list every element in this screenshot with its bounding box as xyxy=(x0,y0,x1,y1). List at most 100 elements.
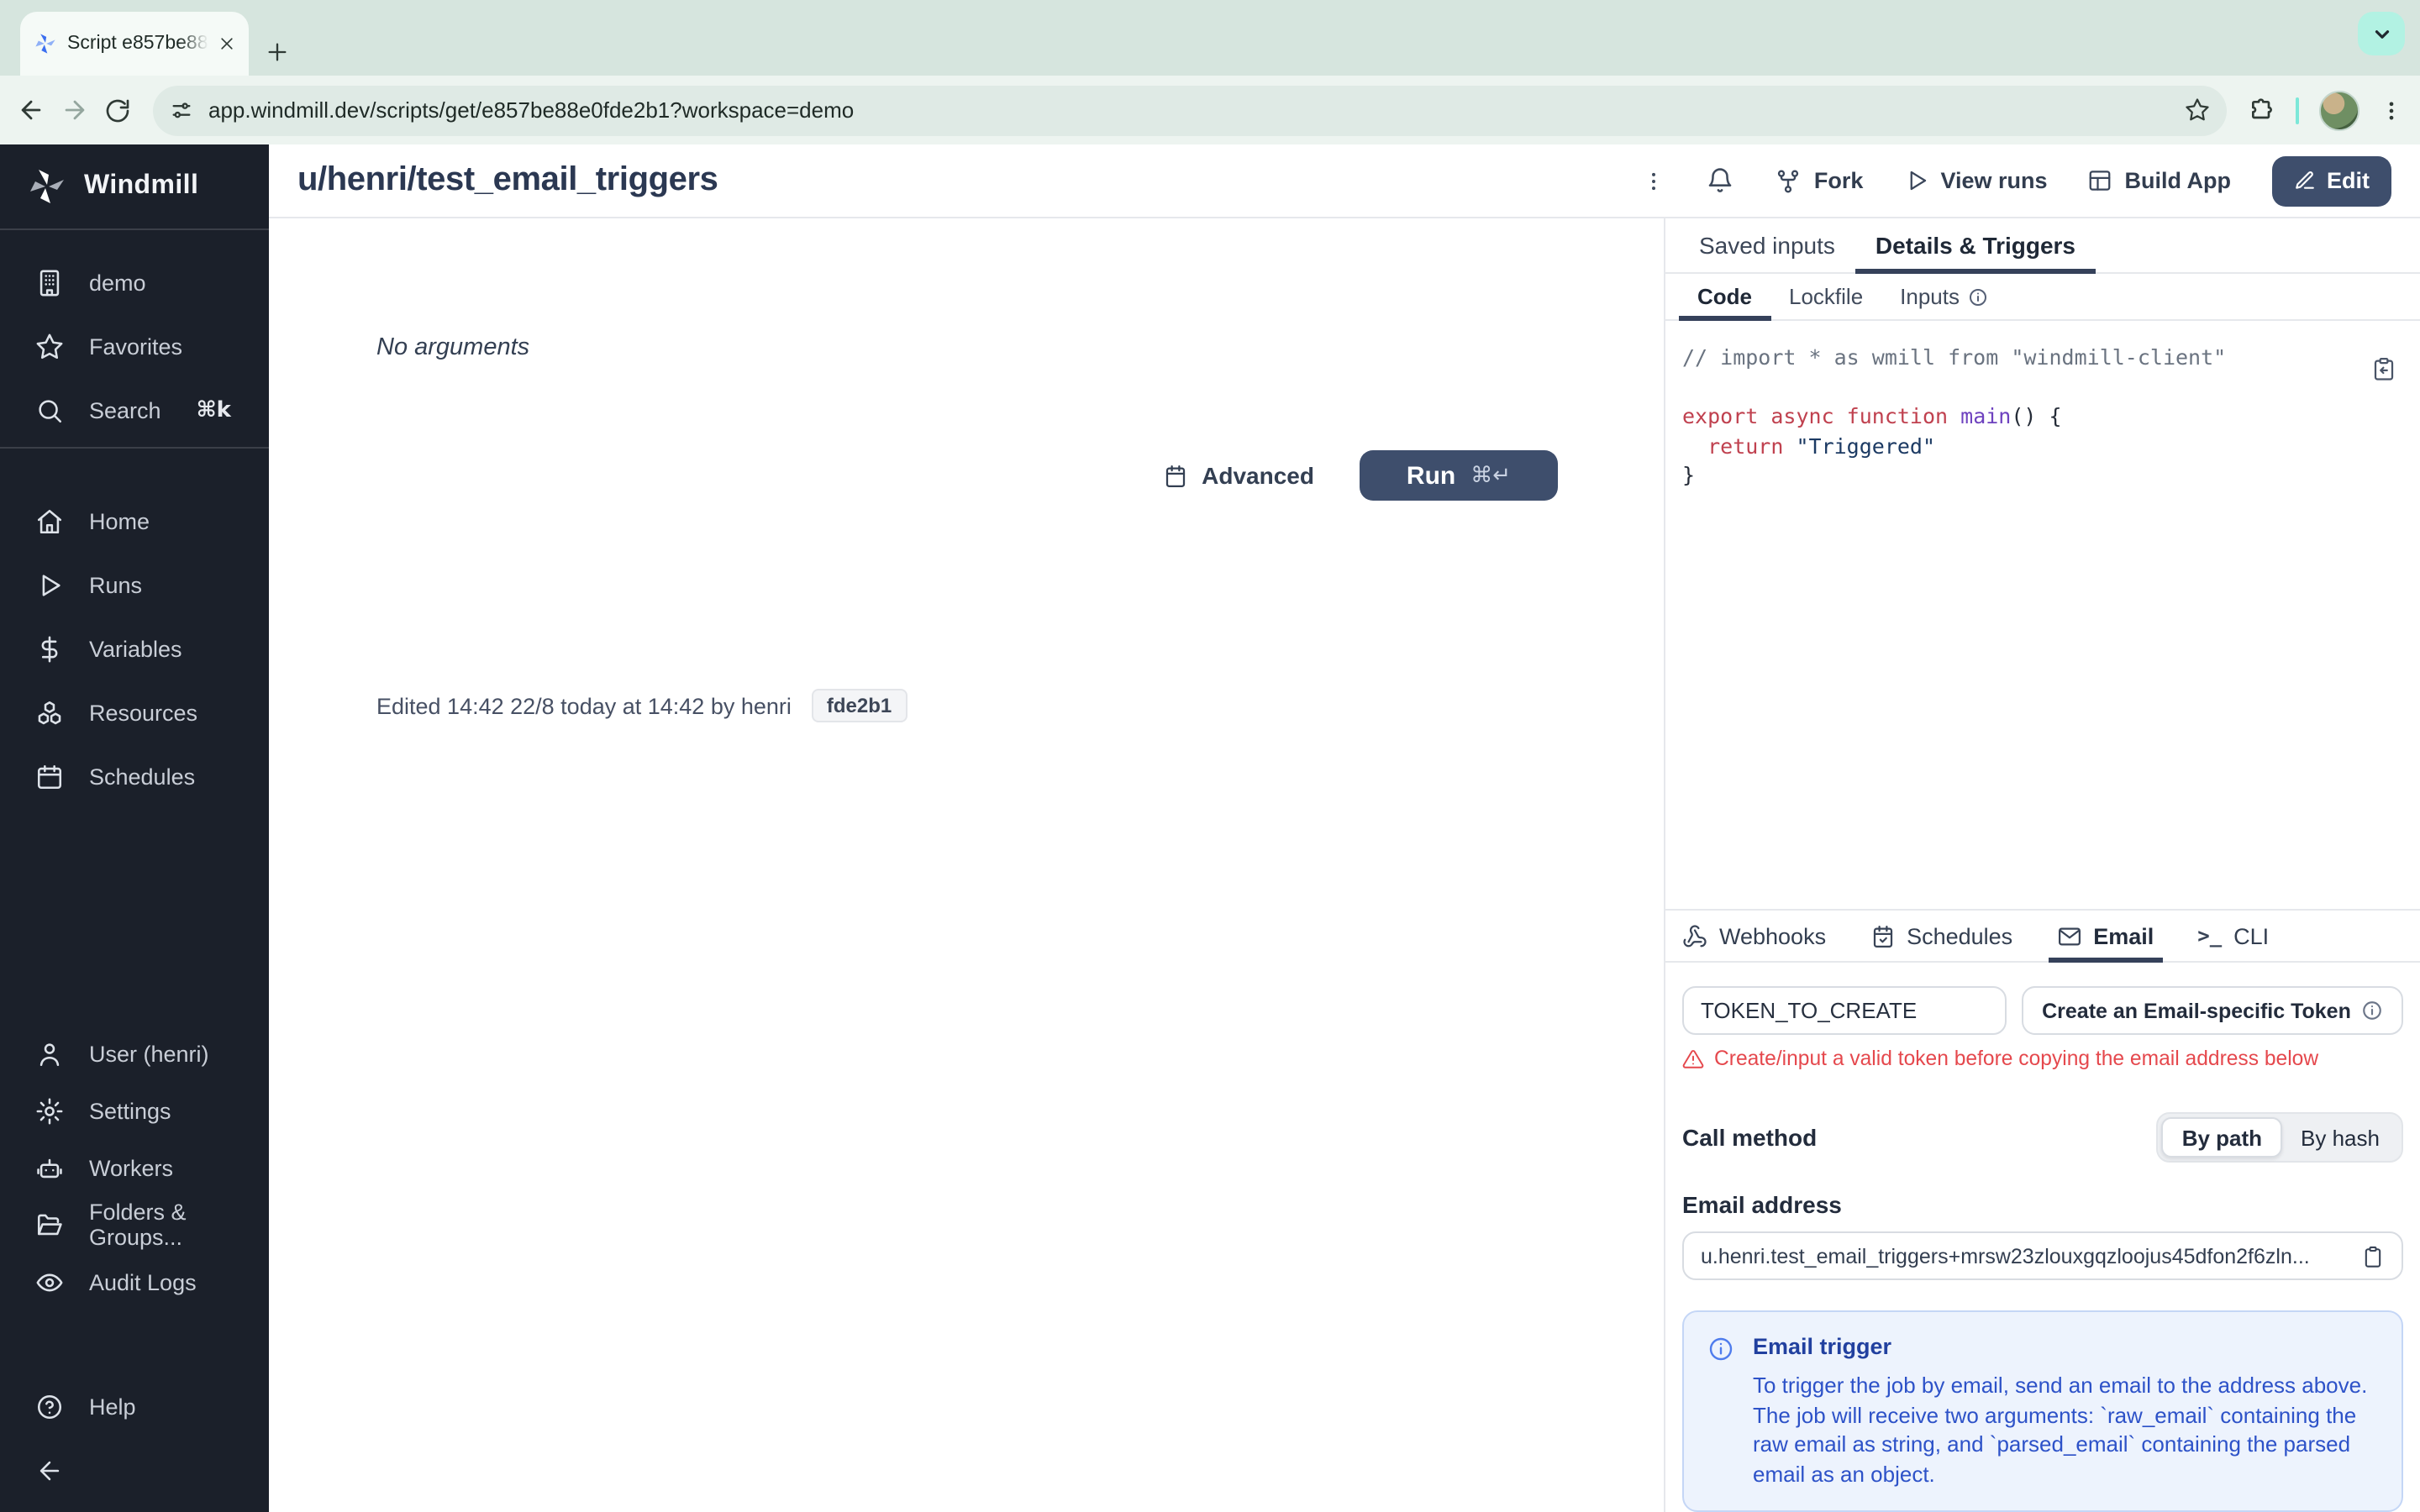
webhook-icon xyxy=(1683,924,1707,947)
warning-triangle-icon xyxy=(1682,1049,1704,1068)
sidebar-item-home[interactable]: Home xyxy=(0,489,269,553)
sidebar-item-help[interactable]: Help xyxy=(0,1374,269,1438)
sidebar-item-label: Search xyxy=(89,397,161,423)
sidebar-divider xyxy=(0,447,269,449)
page-title: u/henri/test_email_triggers xyxy=(297,161,718,198)
sidebar-item-variables[interactable]: Variables xyxy=(0,617,269,680)
code-brace: } xyxy=(1682,462,1696,487)
dollar-icon xyxy=(35,634,64,663)
chrome-right-controls xyxy=(2249,90,2403,130)
notifications-bell-icon[interactable] xyxy=(1707,166,1735,195)
email-address-value: u.henri.test_email_triggers+mrsw23zlouxg… xyxy=(1701,1244,2310,1268)
star-icon xyxy=(35,332,64,360)
tab-webhooks[interactable]: Webhooks xyxy=(1682,911,1826,961)
tab-cli[interactable]: >_ CLI xyxy=(2197,911,2269,961)
url-text: app.windmill.dev/scripts/get/e857be88e0f… xyxy=(208,97,855,123)
browser-profile-avatar[interactable] xyxy=(2319,90,2360,130)
run-shortcut: ⌘↵ xyxy=(1470,463,1512,488)
sidebar-item-folders[interactable]: Folders & Groups... xyxy=(0,1196,269,1253)
play-icon xyxy=(35,570,64,599)
calendar-icon xyxy=(1166,465,1186,486)
sidebar-item-audit-logs[interactable]: Audit Logs xyxy=(0,1253,269,1310)
sidebar-collapse-button[interactable] xyxy=(0,1438,269,1502)
tab-details-triggers[interactable]: Details & Triggers xyxy=(1854,218,2096,274)
tab-title: Script e857be88e0fde2b1 | W xyxy=(67,34,208,54)
by-hash-option[interactable]: By hash xyxy=(2282,1117,2398,1158)
tab-email[interactable]: Email xyxy=(2048,911,2163,963)
back-button[interactable] xyxy=(17,96,45,124)
code-viewer[interactable]: // import * as wmill from "windmill-clie… xyxy=(1665,321,2420,909)
sidebar-item-settings[interactable]: Settings xyxy=(0,1082,269,1139)
info-icon xyxy=(2363,1001,2381,1020)
code-keyword: export async function xyxy=(1682,403,1961,428)
gear-icon xyxy=(35,1096,64,1125)
view-runs-button[interactable]: View runs xyxy=(1903,168,2048,193)
by-path-option[interactable]: By path xyxy=(2161,1117,2283,1158)
token-input[interactable]: TOKEN_TO_CREATE xyxy=(1682,986,2007,1035)
brand-label: Windmill xyxy=(84,171,199,200)
sidebar-item-workers[interactable]: Workers xyxy=(0,1139,269,1196)
help-icon xyxy=(35,1392,64,1420)
browser-toolbar: app.windmill.dev/scripts/get/e857be88e0f… xyxy=(0,76,2420,144)
site-info-icon[interactable] xyxy=(170,98,193,122)
sidebar-item-label: Variables xyxy=(89,636,182,661)
email-trigger-section: TOKEN_TO_CREATE Create an Email-specific… xyxy=(1665,963,2420,1512)
windmill-brand[interactable]: Windmill xyxy=(0,144,269,228)
search-shortcut: ⌘k xyxy=(196,397,231,423)
url-bar[interactable]: app.windmill.dev/scripts/get/e857be88e0f… xyxy=(153,85,2227,135)
browser-tab[interactable]: Script e857be88e0fde2b1 | W xyxy=(20,12,249,76)
sidebar-item-label: demo xyxy=(89,270,146,295)
tab-lockfile[interactable]: Lockfile xyxy=(1770,274,1881,319)
create-token-button[interactable]: Create an Email-specific Token xyxy=(2022,986,2403,1035)
info-box-title: Email trigger xyxy=(1753,1334,1892,1359)
info-icon xyxy=(1968,286,1988,307)
no-arguments-text: No arguments xyxy=(376,334,530,361)
copy-icon xyxy=(2365,1245,2381,1267)
tab-inputs[interactable]: Inputs xyxy=(1881,274,2007,319)
sidebar-item-search[interactable]: Search ⌘k xyxy=(0,378,269,442)
sidebar-item-schedules[interactable]: Schedules xyxy=(0,744,269,808)
sidebar-item-runs[interactable]: Runs xyxy=(0,553,269,617)
advanced-button[interactable]: Advanced xyxy=(1163,462,1314,489)
view-runs-label: View runs xyxy=(1940,168,2048,193)
browser-tabstrip: Script e857be88e0fde2b1 | W xyxy=(0,0,2420,76)
sidebar: Windmill demo Favorites Search ⌘k Home R… xyxy=(0,144,269,1512)
window-chevron-button[interactable] xyxy=(2358,12,2405,55)
windmill-logo-icon xyxy=(27,166,67,207)
sidebar-item-label: Folders & Groups... xyxy=(89,1200,187,1250)
boxes-icon xyxy=(35,698,64,727)
more-options-icon[interactable] xyxy=(1643,169,1666,192)
bookmark-star-icon[interactable] xyxy=(2185,97,2210,123)
sidebar-item-label: Runs xyxy=(89,572,143,597)
sidebar-item-resources[interactable]: Resources xyxy=(0,680,269,744)
fork-button[interactable]: Fork xyxy=(1776,167,1864,194)
edit-button[interactable]: Edit xyxy=(2271,155,2391,206)
token-warning: Create/input a valid token before copyin… xyxy=(1682,1047,2403,1070)
schedules-label: Schedules xyxy=(1907,923,2013,948)
tab-schedules[interactable]: Schedules xyxy=(1870,911,2012,961)
run-label: Run xyxy=(1406,461,1456,490)
tab-code[interactable]: Code xyxy=(1679,274,1770,321)
home-icon xyxy=(35,507,64,535)
calendar-check-icon xyxy=(1872,925,1892,947)
sidebar-item-workspace[interactable]: demo xyxy=(0,250,269,314)
email-address-field[interactable]: u.henri.test_email_triggers+mrsw23zlouxg… xyxy=(1682,1231,2403,1280)
copy-code-icon[interactable] xyxy=(2371,356,2396,381)
sidebar-item-favorites[interactable]: Favorites xyxy=(0,314,269,378)
build-app-button[interactable]: Build App xyxy=(2088,168,2231,193)
fork-label: Fork xyxy=(1813,168,1864,193)
trigger-tabbar: Webhooks Schedules Email >_ CLI xyxy=(1665,909,2420,963)
version-badge[interactable]: fde2b1 xyxy=(811,689,908,722)
extensions-icon[interactable] xyxy=(2249,97,2275,123)
browser-menu-icon[interactable] xyxy=(2380,98,2403,122)
forward-button[interactable] xyxy=(60,96,89,124)
tab-saved-inputs[interactable]: Saved inputs xyxy=(1679,218,1855,272)
details-tabbar: Saved inputs Details & Triggers xyxy=(1665,218,2420,274)
sidebar-item-user[interactable]: User (henri) xyxy=(0,1025,269,1082)
run-button[interactable]: Run ⌘↵ xyxy=(1360,450,1558,501)
arrow-left-icon xyxy=(35,1456,64,1484)
new-tab-button[interactable] xyxy=(266,40,289,64)
reload-button[interactable] xyxy=(104,97,131,123)
sidebar-item-label: Schedules xyxy=(89,764,196,789)
tab-close-icon[interactable] xyxy=(218,35,235,52)
